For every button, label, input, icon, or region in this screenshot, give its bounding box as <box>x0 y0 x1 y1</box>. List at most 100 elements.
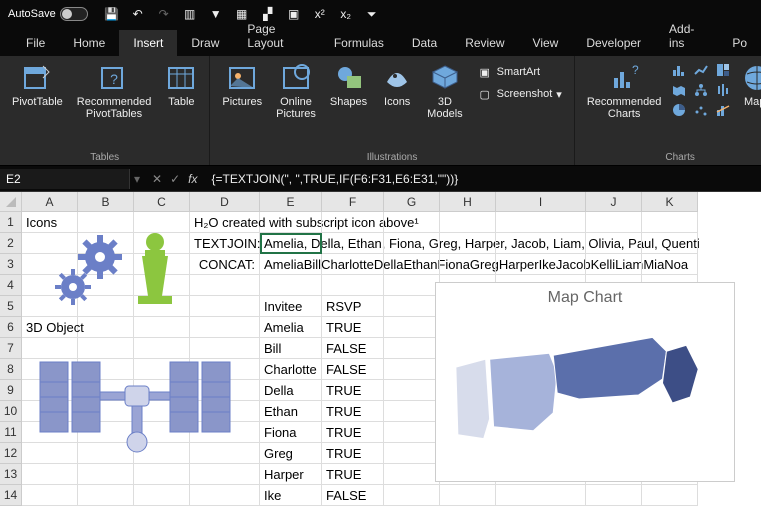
shapes-button[interactable]: Shapes <box>326 60 371 110</box>
cell-E1[interactable] <box>260 212 322 233</box>
enter-icon[interactable]: ✓ <box>170 172 180 186</box>
cell-E9[interactable]: Della <box>260 380 322 401</box>
cell-K14[interactable] <box>642 485 698 506</box>
column-headers[interactable]: ABCDEFGHIJK <box>22 192 698 212</box>
cell-G5[interactable] <box>384 296 440 317</box>
tab-addins[interactable]: Add-ins <box>655 16 718 56</box>
cell-G1[interactable] <box>384 212 440 233</box>
cell-E12[interactable]: Greg <box>260 443 322 464</box>
column-header-G[interactable]: G <box>384 192 440 212</box>
cell-F10[interactable]: TRUE <box>322 401 384 422</box>
row-header-9[interactable]: 9 <box>0 380 22 401</box>
space-station-drawing[interactable] <box>30 342 240 475</box>
stock-chart-icon[interactable] <box>715 82 731 98</box>
gears-drawing[interactable] <box>55 232 135 315</box>
combo-chart-icon[interactable] <box>715 102 731 118</box>
cell-K1[interactable] <box>642 212 698 233</box>
cell-K2[interactable] <box>642 233 698 254</box>
cell-F6[interactable]: TRUE <box>322 317 384 338</box>
smartart-button[interactable]: ▣ SmartArt <box>473 62 566 82</box>
cell-F12[interactable]: TRUE <box>322 443 384 464</box>
cell-J14[interactable] <box>586 485 642 506</box>
cell-H14[interactable] <box>440 485 496 506</box>
row-header-10[interactable]: 10 <box>0 401 22 422</box>
cell-G13[interactable] <box>384 464 440 485</box>
cell-G10[interactable] <box>384 401 440 422</box>
cell-F2[interactable] <box>322 233 384 254</box>
cell-E5[interactable]: Invitee <box>260 296 322 317</box>
filter-icon[interactable]: ▼ <box>208 6 224 22</box>
pie-chart-icon[interactable] <box>671 102 687 118</box>
cell-C6[interactable] <box>134 317 190 338</box>
hierarchy-chart-icon[interactable] <box>693 82 709 98</box>
cell-I2[interactable] <box>496 233 586 254</box>
maps-button[interactable]: Maps <box>737 60 761 110</box>
cell-J3[interactable] <box>586 254 642 275</box>
cell-A6[interactable]: 3D Object <box>22 317 78 338</box>
row-header-7[interactable]: 7 <box>0 338 22 359</box>
column-header-H[interactable]: H <box>440 192 496 212</box>
cell-E8[interactable]: Charlotte <box>260 359 322 380</box>
cell-H2[interactable] <box>440 233 496 254</box>
column-header-B[interactable]: B <box>78 192 134 212</box>
cell-K3[interactable] <box>642 254 698 275</box>
cell-G11[interactable] <box>384 422 440 443</box>
tab-view[interactable]: View <box>519 30 573 56</box>
cell-B14[interactable] <box>78 485 134 506</box>
autosave[interactable]: AutoSave <box>8 7 88 21</box>
cell-F4[interactable] <box>322 275 384 296</box>
cell-H1[interactable] <box>440 212 496 233</box>
cell-J2[interactable] <box>586 233 642 254</box>
cell-E6[interactable]: Amelia <box>260 317 322 338</box>
column-chart-icon[interactable] <box>671 62 687 78</box>
cancel-icon[interactable]: ✕ <box>152 172 162 186</box>
cell-I3[interactable] <box>496 254 586 275</box>
cell-E11[interactable]: Fiona <box>260 422 322 443</box>
save-icon[interactable]: 💾 <box>104 6 120 22</box>
scatter-chart-icon[interactable] <box>693 102 709 118</box>
column-header-C[interactable]: C <box>134 192 190 212</box>
subscript-icon[interactable]: x₂ <box>338 6 354 22</box>
column-header-J[interactable]: J <box>586 192 642 212</box>
cell-D5[interactable] <box>190 296 260 317</box>
cell-F13[interactable]: TRUE <box>322 464 384 485</box>
cell-F9[interactable]: TRUE <box>322 380 384 401</box>
cell-B6[interactable] <box>78 317 134 338</box>
cell-F3[interactable] <box>322 254 384 275</box>
column-header-E[interactable]: E <box>260 192 322 212</box>
namebox-dropdown-icon[interactable]: ▾ <box>130 172 144 186</box>
cell-F1[interactable] <box>322 212 384 233</box>
screenshot-button[interactable]: ▢ Screenshot ▾ <box>473 84 566 104</box>
row-header-4[interactable]: 4 <box>0 275 22 296</box>
row-headers[interactable]: 1234567891011121314 <box>0 212 22 506</box>
cell-G3[interactable] <box>384 254 440 275</box>
column-header-A[interactable]: A <box>22 192 78 212</box>
map-chart-icon[interactable] <box>671 82 687 98</box>
name-box[interactable]: E2 <box>0 169 130 189</box>
tab-power[interactable]: Po <box>718 30 761 56</box>
cell-I14[interactable] <box>496 485 586 506</box>
row-header-8[interactable]: 8 <box>0 359 22 380</box>
icons-button[interactable]: Icons <box>377 60 417 110</box>
cell-J1[interactable] <box>586 212 642 233</box>
cell-C14[interactable] <box>134 485 190 506</box>
cell-E2[interactable]: Amelia, Della, Ethan, Fiona, Greg, Harpe… <box>260 233 322 254</box>
cell-E14[interactable]: Ike <box>260 485 322 506</box>
cell-A14[interactable] <box>22 485 78 506</box>
cell-F7[interactable]: FALSE <box>322 338 384 359</box>
undo-icon[interactable]: ↶ <box>130 6 146 22</box>
column-header-I[interactable]: I <box>496 192 586 212</box>
online-pictures-button[interactable]: Online Pictures <box>272 60 320 122</box>
cell-D6[interactable] <box>190 317 260 338</box>
worksheet-grid[interactable]: ABCDEFGHIJK 1234567891011121314 IconsH₂O… <box>0 192 761 507</box>
tab-review[interactable]: Review <box>451 30 518 56</box>
customize-icon[interactable]: ⏷ <box>364 6 380 22</box>
recommended-charts-button[interactable]: ? Recommended Charts <box>583 60 666 122</box>
open-icon[interactable]: ▥ <box>182 6 198 22</box>
tab-developer[interactable]: Developer <box>572 30 655 56</box>
formula-input[interactable]: {=TEXTJOIN(", ",TRUE,IF(F6:F31,E6:E31,""… <box>206 169 761 189</box>
cell-F8[interactable]: FALSE <box>322 359 384 380</box>
autosave-toggle[interactable] <box>60 7 88 21</box>
row-header-5[interactable]: 5 <box>0 296 22 317</box>
tab-data[interactable]: Data <box>398 30 451 56</box>
